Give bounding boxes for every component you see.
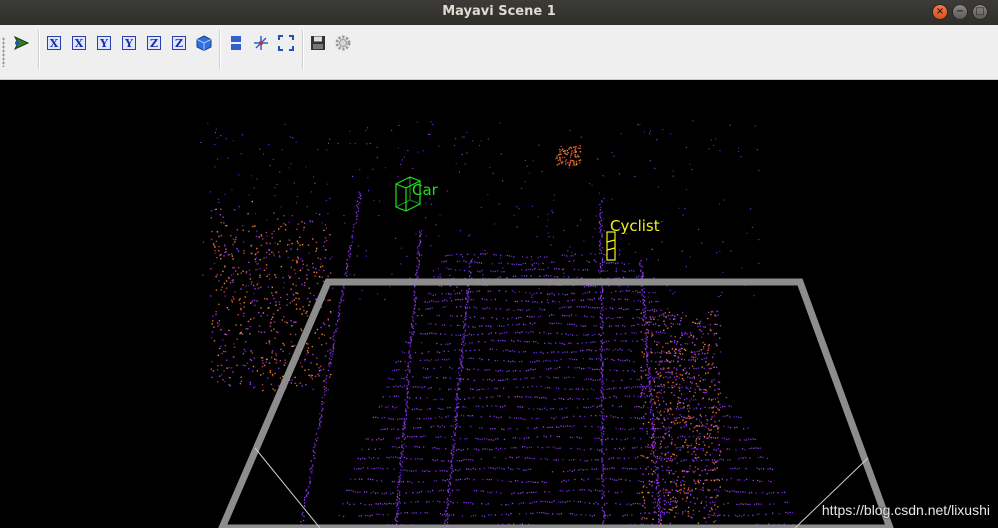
cyclist-label: Cyclist xyxy=(610,217,660,235)
maximize-button[interactable]: □ xyxy=(972,4,988,20)
scene-toolbar: X X Y Y Z Z xyxy=(0,25,998,80)
configure-button[interactable] xyxy=(333,33,353,53)
parallel-projection-button[interactable] xyxy=(226,33,246,53)
view-z-plus-button[interactable]: Z xyxy=(144,33,164,53)
cyclist-bounding-box xyxy=(606,231,616,261)
z-axis-icon: Z xyxy=(147,36,161,50)
axes-indicator-button[interactable] xyxy=(251,33,271,53)
view-y-plus-button[interactable]: Y xyxy=(94,33,114,53)
projection-icon xyxy=(231,36,241,50)
z-axis-icon: Z xyxy=(172,36,186,50)
minimize-button[interactable]: − xyxy=(952,4,968,20)
toolbar-grip-icon[interactable] xyxy=(2,37,5,67)
view-x-minus-button[interactable]: X xyxy=(69,33,89,53)
y-axis-icon: Y xyxy=(97,36,111,50)
toolbar-separator xyxy=(302,30,304,70)
cube-icon xyxy=(196,35,212,52)
y-axis-icon: Y xyxy=(122,36,136,50)
axes-icon xyxy=(254,36,268,50)
grid-frame xyxy=(218,278,894,528)
render-viewport[interactable]: Car Cyclist https://blog.csdn.net/lixush… xyxy=(0,80,998,528)
pipeline-icon xyxy=(13,35,30,51)
isometric-view-button[interactable] xyxy=(194,33,214,53)
toolbar-separator xyxy=(38,30,40,70)
car-label: Car xyxy=(412,181,438,199)
window-controls: × − □ xyxy=(932,4,988,20)
point-cloud xyxy=(200,120,894,528)
lidar-points xyxy=(200,120,805,528)
watermark: https://blog.csdn.net/lixushi xyxy=(821,502,990,518)
close-button[interactable]: × xyxy=(932,4,948,20)
fullscreen-button[interactable] xyxy=(276,33,296,53)
floppy-icon xyxy=(311,36,325,50)
mayavi-pipeline-button[interactable] xyxy=(12,33,32,53)
window-title: Mayavi Scene 1 xyxy=(442,4,556,19)
window-titlebar: Mayavi Scene 1 × − □ xyxy=(0,0,998,25)
view-z-minus-button[interactable]: Z xyxy=(169,33,189,53)
x-axis-icon: X xyxy=(47,36,61,50)
x-axis-icon: X xyxy=(72,36,86,50)
save-button[interactable] xyxy=(308,33,328,53)
view-x-plus-button[interactable]: X xyxy=(44,33,64,53)
toolbar-separator xyxy=(219,30,221,70)
expand-icon xyxy=(278,35,294,51)
gear-icon xyxy=(335,35,351,51)
view-y-minus-button[interactable]: Y xyxy=(119,33,139,53)
